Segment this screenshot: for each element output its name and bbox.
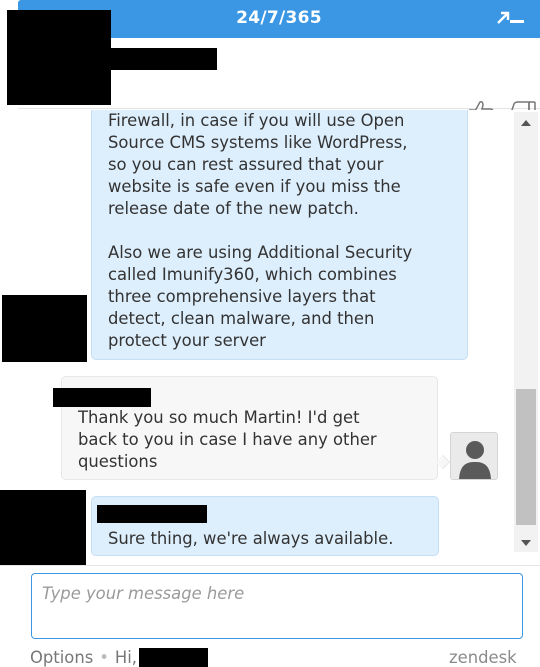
agent-message-bubble: Sure thing, we're always available. xyxy=(91,496,439,556)
visitor-name-redacted[interactable] xyxy=(139,647,209,667)
visitor-name-redacted xyxy=(53,388,151,407)
footer-bar: Options • Hi, xyxy=(30,647,209,667)
agent-name-redacted xyxy=(97,505,207,523)
agent-message-bubble: Firewall, in case if you will use Open S… xyxy=(91,110,468,360)
options-link[interactable]: Options xyxy=(30,648,93,667)
message-input[interactable] xyxy=(32,574,522,638)
visitor-avatar-icon xyxy=(450,432,498,480)
message-text: Thank you so much Martin! I'd get back t… xyxy=(78,408,377,471)
zendesk-brand-link[interactable]: zendesk xyxy=(449,648,517,667)
visitor-message-bubble: Thank you so much Martin! I'd get back t… xyxy=(53,376,451,480)
agent-avatar-redacted xyxy=(7,10,111,105)
scrollbar-thumb[interactable] xyxy=(516,389,536,525)
agent-name-redacted xyxy=(111,48,217,70)
divider xyxy=(0,565,540,566)
greeting-text: Hi, xyxy=(114,648,138,667)
agent-avatar-redacted xyxy=(0,490,86,565)
scroll-up-arrow-icon[interactable] xyxy=(521,120,531,126)
agent-avatar-redacted xyxy=(2,295,87,362)
scroll-down-arrow-icon[interactable] xyxy=(521,540,531,546)
message-text: Sure thing, we're always available. xyxy=(108,529,394,548)
separator: • xyxy=(99,648,109,667)
message-text: Firewall, in case if you will use Open S… xyxy=(108,111,413,350)
message-input-container xyxy=(31,573,523,639)
minimize-icon[interactable] xyxy=(508,10,526,28)
